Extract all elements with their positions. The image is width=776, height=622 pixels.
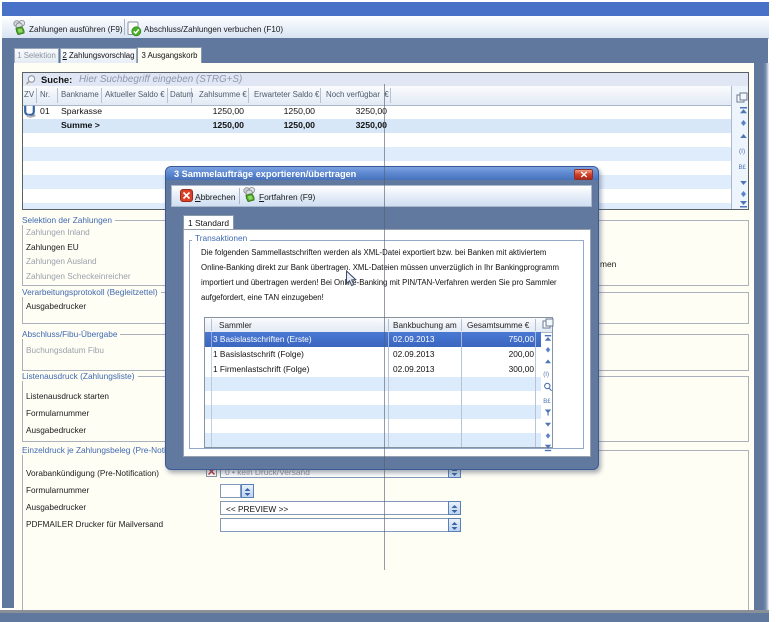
- svg-text:(I): (I): [543, 371, 549, 378]
- svg-text:(I): (I): [739, 148, 745, 155]
- svg-text:B£: B£: [543, 399, 551, 405]
- svg-text:B£: B£: [739, 165, 747, 171]
